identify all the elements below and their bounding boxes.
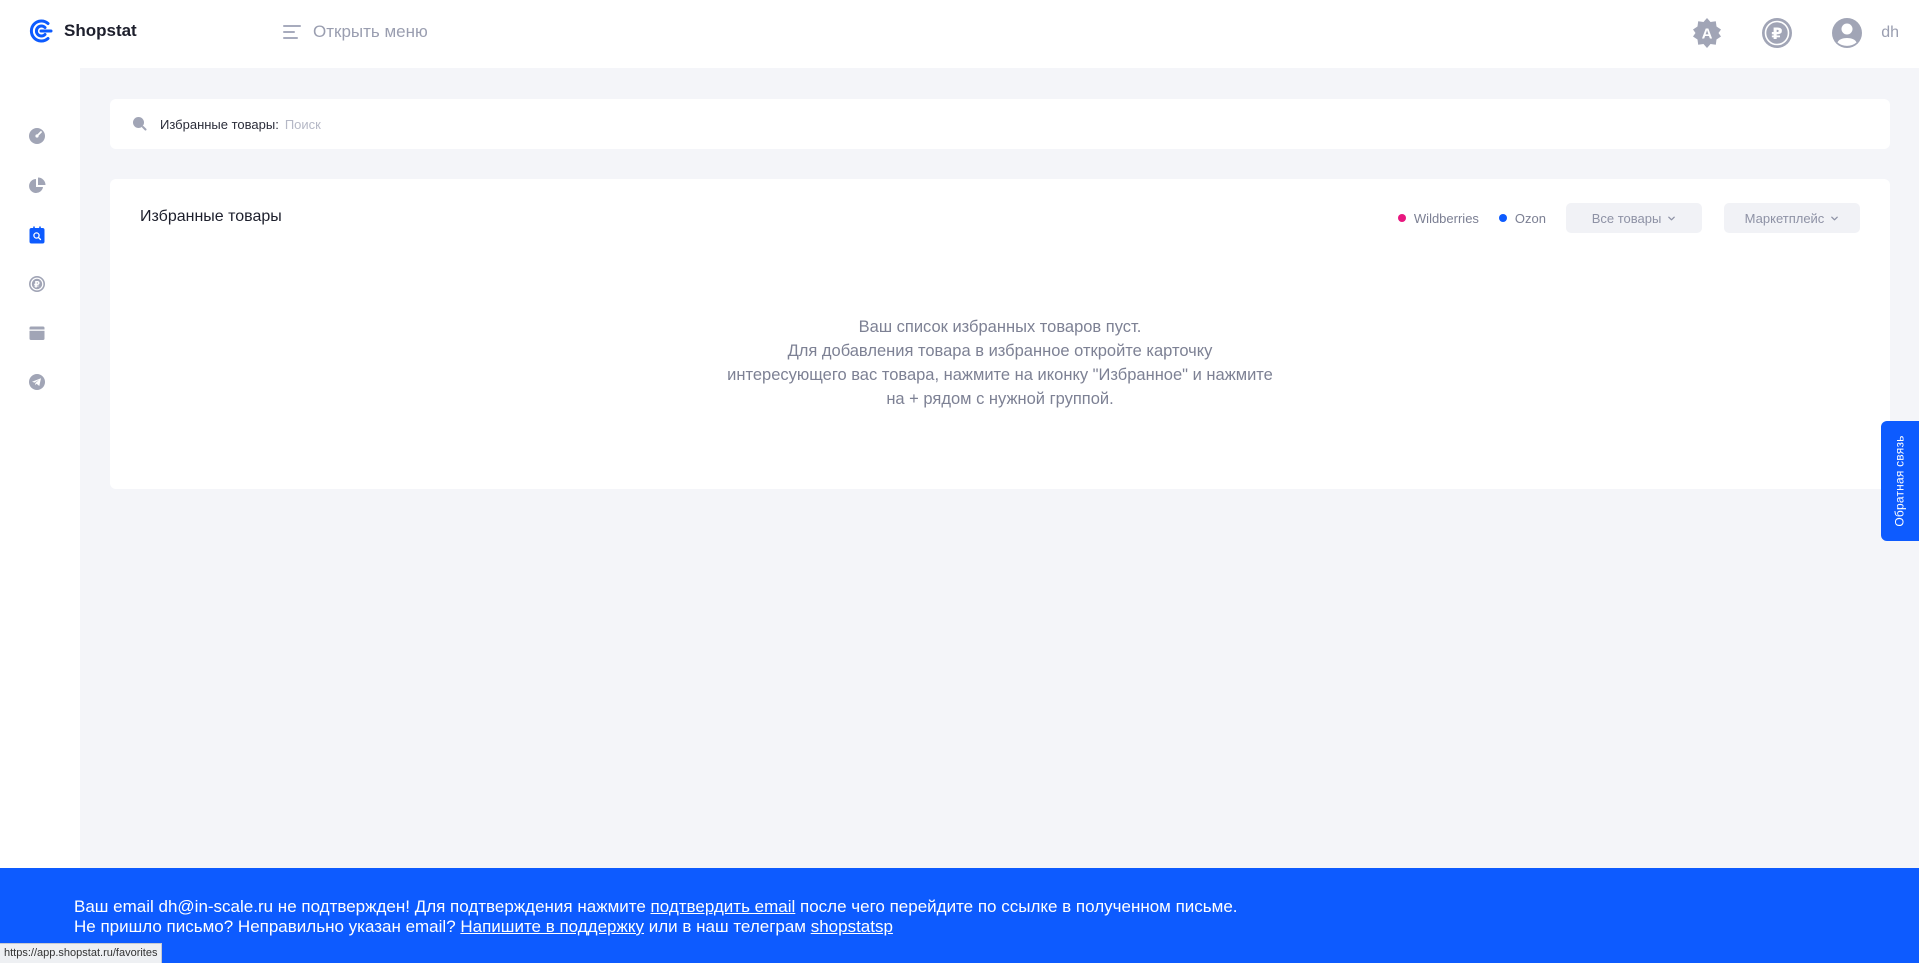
status-bar-url: https://app.shopstat.ru/favorites <box>0 943 163 963</box>
chevron-down-icon <box>1831 216 1839 220</box>
sidebar-item-dashboard[interactable] <box>26 125 48 147</box>
confirm-email-link[interactable]: подтвердить email <box>651 897 796 916</box>
banner-text: Ваш email dh@in-scale.ru не подтвержден!… <box>74 897 651 916</box>
banner-text: Не пришло письмо? Неправильно указан ema… <box>74 917 461 936</box>
sidebar-item-reports[interactable] <box>26 322 48 344</box>
user-name[interactable]: dh <box>1881 24 1899 42</box>
user-avatar-icon[interactable] <box>1830 16 1864 50</box>
search-icon <box>133 117 147 131</box>
all-products-dropdown[interactable]: Все товары <box>1566 203 1702 233</box>
banner-text: после чего перейдите по ссылке в получен… <box>795 897 1238 916</box>
ruble-icon: ₽ <box>29 276 45 292</box>
telegram-link[interactable]: shopstatsp <box>811 917 893 936</box>
feedback-label: Обратная связь <box>1893 435 1907 527</box>
panel-title: Избранные товары <box>140 208 282 225</box>
support-link[interactable]: Напишите в поддержку <box>460 917 644 936</box>
sidebar: ₽ <box>0 68 80 868</box>
shopstat-logo-icon <box>29 19 53 43</box>
sidebar-item-analytics[interactable] <box>26 175 48 197</box>
dropdown-label: Маркетплейс <box>1744 210 1825 226</box>
banner-text: или в наш телеграм <box>644 917 811 936</box>
app-name: Shopstat <box>64 21 137 40</box>
gauge-icon <box>29 128 45 144</box>
empty-line: Ваш список избранных товаров пуст. <box>858 318 1142 336</box>
search-bar: Избранные товары: <box>110 99 1890 149</box>
open-menu-button[interactable]: Открыть меню <box>283 22 428 42</box>
open-menu-label: Открыть меню <box>313 22 428 41</box>
empty-line: интересующего вас товара, нажмите на ико… <box>727 366 1273 384</box>
dropdown-label: Все товары <box>1591 210 1662 226</box>
svg-text:₽: ₽ <box>34 280 40 290</box>
logo[interactable]: Shopstat <box>28 18 137 44</box>
svg-text:A: A <box>1702 26 1713 43</box>
top-bar: Shopstat Открыть меню A ₽ dh <box>0 0 1919 68</box>
favorites-panel: Избранные товары Wildberries Ozon Все то… <box>110 179 1890 489</box>
banner-line-2: Не пришло письмо? Неправильно указан ema… <box>74 917 893 937</box>
favorites-search-icon <box>29 226 45 244</box>
legend-label: Ozon <box>1514 210 1546 226</box>
empty-state-message: Ваш список избранных товаров пуст. Для д… <box>110 315 1890 411</box>
calendar-icon <box>29 326 45 340</box>
ruble-coin-icon[interactable]: ₽ <box>1760 16 1794 50</box>
marketplace-dropdown[interactable]: Маркетплейс <box>1724 203 1860 233</box>
banner-line-1: Ваш email dh@in-scale.ru не подтвержден!… <box>74 897 1238 917</box>
empty-line: на + рядом с нужной группой. <box>886 390 1114 408</box>
email-verification-banner: Ваш email dh@in-scale.ru не подтвержден!… <box>0 868 1919 963</box>
ozon-dot-icon <box>1498 214 1507 222</box>
search-input[interactable] <box>284 116 885 132</box>
sidebar-item-favorites[interactable] <box>26 224 48 246</box>
svg-text:₽: ₽ <box>1771 24 1782 43</box>
pie-chart-icon <box>29 177 46 193</box>
feedback-button[interactable]: Обратная связь <box>1881 421 1919 541</box>
legend-ozon[interactable]: Ozon <box>1498 210 1546 226</box>
sidebar-item-finance[interactable]: ₽ <box>26 273 48 295</box>
legend-label: Wildberries <box>1413 210 1479 226</box>
search-prefix-label: Избранные товары: <box>160 116 279 132</box>
wildberries-dot-icon <box>1397 214 1406 222</box>
hamburger-icon <box>283 25 301 39</box>
chevron-down-icon <box>1668 216 1676 220</box>
premium-badge-icon[interactable]: A <box>1690 16 1724 50</box>
empty-line: Для добавления товара в избранное открой… <box>787 342 1213 360</box>
telegram-icon <box>29 374 45 390</box>
legend-wildberries[interactable]: Wildberries <box>1397 210 1479 226</box>
sidebar-item-telegram[interactable] <box>26 371 48 393</box>
filters: Wildberries Ozon Все товары Маркетплейс <box>1397 203 1860 233</box>
